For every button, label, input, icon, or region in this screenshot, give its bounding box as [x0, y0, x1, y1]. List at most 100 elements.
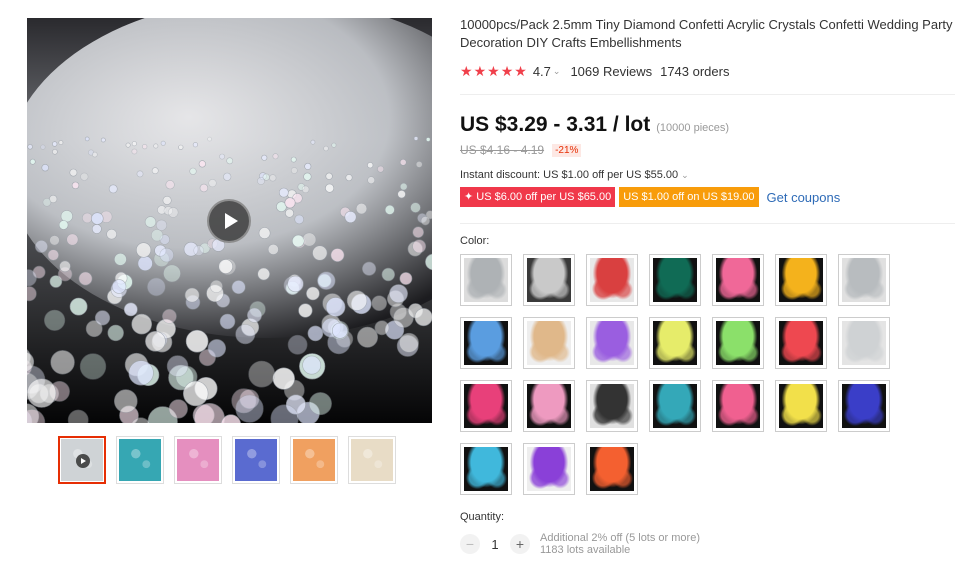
color-swatch-silver[interactable]: [523, 254, 575, 306]
color-swatches: [460, 254, 955, 495]
color-swatch-dark-green[interactable]: [649, 254, 701, 306]
thumbnail-strip: [58, 436, 396, 484]
star-icon: ★: [460, 63, 473, 79]
color-swatch-light-blue[interactable]: [460, 317, 512, 369]
color-swatch-rose[interactable]: [460, 380, 512, 432]
swatch-image: [716, 258, 760, 302]
color-swatch-champagne[interactable]: [523, 317, 575, 369]
rating-value[interactable]: 4.7: [533, 64, 551, 79]
gallery-thumbnail[interactable]: [116, 436, 164, 484]
coupon-row: ✦ US $6.00 off per US $65.00 US $1.00 off…: [460, 187, 955, 207]
original-price-row: US $4.16 - 4.19 -21%: [460, 143, 955, 157]
quantity-note: Additional 2% off (5 lots or more) 1183 …: [540, 532, 700, 556]
quantity-stepper: − 1 + Additional 2% off (5 lots or more)…: [460, 532, 955, 556]
play-video-button[interactable]: [207, 199, 251, 243]
stock-available: 1183 lots available: [540, 544, 631, 556]
thumbnail-image: [119, 439, 161, 481]
gallery-thumbnail[interactable]: [174, 436, 222, 484]
original-price: US $4.16 - 4.19: [460, 143, 545, 157]
swatch-image: [716, 321, 760, 365]
pieces-note: (10000 pieces): [656, 122, 730, 134]
color-swatch-clear[interactable]: [460, 254, 512, 306]
color-swatch-orange[interactable]: [586, 443, 638, 495]
swatch-image: [653, 321, 697, 365]
price: US $3.29 - 3.31 / lot: [460, 113, 651, 136]
main-product-image[interactable]: [27, 18, 432, 423]
swatch-image: [653, 258, 697, 302]
color-label: Color:: [460, 235, 490, 247]
instant-discount[interactable]: Instant discount: US $1.00 off per US $5…: [460, 169, 955, 181]
swatch-image: [779, 258, 823, 302]
divider: [460, 223, 955, 224]
color-swatch-teal[interactable]: [649, 380, 701, 432]
swatch-image: [842, 384, 886, 428]
gallery-thumbnail[interactable]: [232, 436, 280, 484]
bulk-discount-note: Additional 2% off (5 lots or more): [540, 532, 700, 544]
rating-stars: ★ ★ ★ ★ ★: [460, 64, 527, 78]
quantity-decrease-button[interactable]: −: [460, 534, 480, 554]
thumbnail-image: [177, 439, 219, 481]
swatch-image: [590, 384, 634, 428]
color-swatch-purple[interactable]: [586, 317, 638, 369]
color-swatch-hot-pink[interactable]: [712, 254, 764, 306]
star-icon: ★: [487, 63, 500, 79]
divider: [460, 94, 955, 95]
color-swatch-red[interactable]: [586, 254, 638, 306]
price-row: US $3.29 - 3.31 / lot (10000 pieces): [460, 113, 955, 137]
swatch-image: [779, 384, 823, 428]
swatch-image: [527, 321, 571, 365]
color-swatch-black[interactable]: [586, 380, 638, 432]
orders-count: 1743 orders: [660, 63, 730, 79]
swatch-image: [842, 258, 886, 302]
quantity-increase-button[interactable]: +: [510, 534, 530, 554]
get-coupons-link[interactable]: Get coupons: [767, 190, 841, 205]
chevron-down-icon[interactable]: ⌄: [553, 66, 561, 77]
color-swatch-clear-2[interactable]: [838, 254, 890, 306]
color-swatch-green[interactable]: [712, 317, 764, 369]
instant-discount-text: Instant discount: US $1.00 off per US $5…: [460, 169, 679, 181]
swatch-image: [590, 447, 634, 491]
swatch-image: [464, 258, 508, 302]
reviews-link[interactable]: 1069 Reviews: [570, 64, 652, 79]
color-swatch-gold[interactable]: [775, 254, 827, 306]
color-swatch-pink[interactable]: [712, 380, 764, 432]
play-icon: [76, 454, 90, 468]
swatch-image: [653, 384, 697, 428]
gallery-thumbnail[interactable]: [348, 436, 396, 484]
star-icon: ★: [500, 63, 514, 79]
swatch-image: [464, 384, 508, 428]
swatch-image: [590, 258, 634, 302]
color-swatch-violet[interactable]: [523, 443, 575, 495]
rating-row: ★ ★ ★ ★ ★ 4.7 ⌄ 1069 Reviews 1743 orders: [460, 62, 955, 80]
color-swatch-yellow-green[interactable]: [649, 317, 701, 369]
product-info: 10000pcs/Pack 2.5mm Tiny Diamond Confett…: [460, 16, 955, 556]
product-title: 10000pcs/Pack 2.5mm Tiny Diamond Confett…: [460, 17, 953, 50]
swatch-image: [716, 384, 760, 428]
quantity-label: Quantity:: [460, 511, 505, 523]
swatch-image: [842, 321, 886, 365]
color-swatch-coral[interactable]: [775, 317, 827, 369]
color-swatch-white[interactable]: [838, 317, 890, 369]
thumbnail-image: [235, 439, 277, 481]
swatch-image: [527, 384, 571, 428]
color-swatch-yellow[interactable]: [775, 380, 827, 432]
coupon-badge[interactable]: ✦ US $6.00 off per US $65.00: [460, 187, 616, 207]
discount-badge: -21%: [552, 143, 582, 157]
swatch-image: [527, 447, 571, 491]
star-icon: ★: [473, 63, 487, 79]
swatch-image: [590, 321, 634, 365]
play-icon: [224, 213, 238, 229]
star-icon: ★: [514, 63, 527, 79]
gallery-thumbnail[interactable]: [290, 436, 338, 484]
thumbnail-image: [351, 439, 393, 481]
thumbnail-image: [293, 439, 335, 481]
chevron-down-icon: ⌄: [681, 169, 689, 180]
color-swatch-royal-blue[interactable]: [838, 380, 890, 432]
swatch-image: [464, 321, 508, 365]
gallery-thumbnail[interactable]: [58, 436, 106, 484]
quantity-input[interactable]: 1: [480, 537, 510, 552]
color-swatch-light-pink[interactable]: [523, 380, 575, 432]
color-swatch-aqua[interactable]: [460, 443, 512, 495]
swatch-image: [779, 321, 823, 365]
coupon-badge[interactable]: US $1.00 off on US $19.00: [619, 187, 759, 207]
